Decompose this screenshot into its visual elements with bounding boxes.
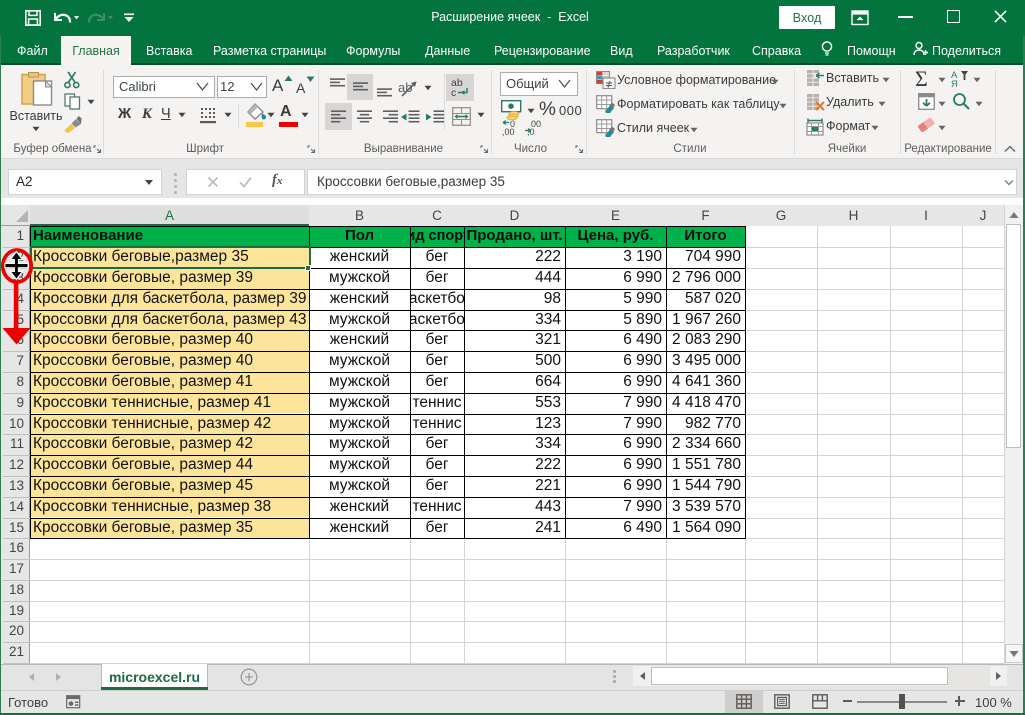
svg-text:,00: ,00 bbox=[502, 127, 515, 137]
svg-text:Я: Я bbox=[951, 79, 958, 88]
svg-text:c: c bbox=[451, 87, 456, 98]
